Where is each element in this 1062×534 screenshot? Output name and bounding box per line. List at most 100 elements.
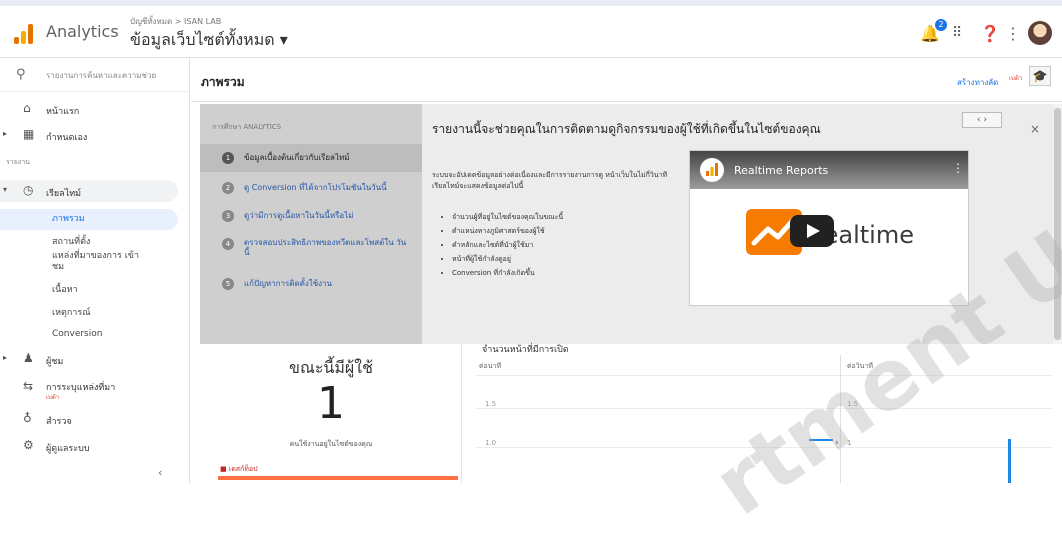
education-cap-icon[interactable]: 🎓 xyxy=(1029,66,1051,86)
chart-divider xyxy=(840,355,841,483)
tick-label: 1.5 xyxy=(485,400,497,408)
gridline xyxy=(475,375,1053,376)
step-number: 2 xyxy=(222,182,234,194)
gear-icon: ⚙ xyxy=(23,438,34,452)
app-name[interactable]: Analytics xyxy=(46,22,119,41)
help-icon[interactable]: ❓ xyxy=(980,24,1000,43)
dashboard-icon: ▦ xyxy=(23,127,35,141)
tour-step[interactable]: 1 ข้อมูลเบื้องต้นเกี่ยวกับเรียลไทม์ xyxy=(200,144,422,172)
app-header: Analytics บัญชีทั้งหมด > ISAN LAB ข้อมูล… xyxy=(0,6,1062,58)
caret-right-icon: ▸ xyxy=(3,353,8,362)
more-vert-icon[interactable]: ⋮ xyxy=(952,161,964,175)
video-title: Realtime Reports xyxy=(734,164,829,177)
clock-icon: ◷ xyxy=(23,183,34,197)
sidebar-item-discover[interactable]: ♁ สำรวจ xyxy=(0,408,190,430)
tour-step[interactable]: 5 แก้ปัญหาการติดตั้งใช้งาน xyxy=(200,276,422,296)
sidebar-item-label: กำหนดเอง xyxy=(46,133,88,143)
list-item: คำหลักและไซต์ที่นำผู้ใช้มา xyxy=(452,240,692,251)
more-vert-icon[interactable]: ⋮ xyxy=(1005,24,1021,43)
sidebar-subitem-locations[interactable]: สถานที่ตั้ง xyxy=(52,237,90,248)
sidebar-subitem-events[interactable]: เหตุการณ์ xyxy=(52,308,91,319)
view-selector[interactable]: ข้อมูลเว็บไซต์ทั้งหมด ▾ xyxy=(130,28,288,53)
sidebar-search[interactable]: ⚲ รายงานการค้นหาและความช่วย xyxy=(0,58,190,92)
tour-bullets: จำนวนผู้ที่อยู่ในไซต์ของคุณในขณะนี้ ตำแห… xyxy=(452,212,692,282)
education-panel: การศึกษา ANALYTICS 1 ข้อมูลเบื้องต้นเกี่… xyxy=(200,104,1053,344)
tour-step[interactable]: 4 ตรวจสอบประสิทธิภาพของทวีตและโพสต์ใน วั… xyxy=(200,236,422,262)
tour-step[interactable]: 2 ดู Conversion ที่ได้จากโปรโมชันในวันนี… xyxy=(200,180,422,200)
minute-bar xyxy=(809,439,833,441)
tour-description: ระบบจะอัปเดตข้อมูลอย่างต่อเนื่องและมีการ… xyxy=(432,171,668,190)
step-number: 4 xyxy=(222,238,234,250)
sidebar-item-customization[interactable]: ▸ ▦ กำหนดเอง xyxy=(0,124,190,146)
list-item: ตำแหน่งทางภูมิศาสตร์ของผู้ใช้ xyxy=(452,226,692,237)
tour-step[interactable]: 3 ดูว่ามีการดูเนื้อหาในวันนี้หรือไม่ xyxy=(200,208,422,228)
sidebar-item-admin[interactable]: ⚙ ผู้ดูแลระบบ xyxy=(0,435,190,457)
sidebar-item-home[interactable]: ⌂ หน้าแรก xyxy=(0,98,190,120)
analytics-logo-icon[interactable] xyxy=(14,24,34,44)
tour-pager-buttons[interactable]: ‹ › xyxy=(962,112,1002,128)
tour-content: รายงานนี้จะช่วยคุณในการติดตามดูกิจกรรมขอ… xyxy=(422,104,1053,344)
step-label: ข้อมูลเบื้องต้นเกี่ยวกับเรียลไทม์ xyxy=(244,153,350,162)
list-item: หน้าที่ผู้ใช้กำลังดูอยู่ xyxy=(452,254,692,265)
search-icon: ⚲ xyxy=(16,67,26,82)
step-label: แก้ปัญหาการติดตั้งใช้งาน xyxy=(244,279,332,288)
sidebar-subitem-content[interactable]: เนื้อหา xyxy=(52,285,78,296)
acquisition-icon: ⇆ xyxy=(23,379,34,393)
pageviews-title: จำนวนหน้าที่มีการเปิด xyxy=(482,345,569,355)
sidebar: ⚲ รายงานการค้นหาและความช่วย ⌂ หน้าแรก ▸ … xyxy=(0,58,190,483)
video-player[interactable]: Realtime Reports ⋮ Realtime xyxy=(689,150,969,306)
sidebar-subitem-traffic-sources[interactable]: แหล่งที่มาของการ เข้าชม xyxy=(52,251,142,273)
caret-right-icon: ▸ xyxy=(3,129,8,138)
per-second-label: ต่อวินาที xyxy=(847,362,874,370)
sidebar-item-acquisition[interactable]: ⇆ การระบุแหล่งที่มา เบต้า xyxy=(0,376,190,402)
page-title: ภาพรวม xyxy=(201,75,245,89)
step-label: ดู Conversion ที่ได้จากโปรโมชันในวันนี้ xyxy=(244,183,387,192)
home-icon: ⌂ xyxy=(23,101,31,115)
step-label: ดูว่ามีการดูเนื้อหาในวันนี้หรือไม่ xyxy=(244,211,354,220)
play-button-icon[interactable] xyxy=(790,215,834,247)
collapse-sidebar-icon[interactable]: ‹ xyxy=(158,466,162,479)
scrollbar-thumb[interactable] xyxy=(1054,108,1061,340)
device-share-bar xyxy=(218,476,458,480)
gridline xyxy=(475,408,1053,409)
list-item: จำนวนผู้ที่อยู่ในไซต์ของคุณในขณะนี้ xyxy=(452,212,692,223)
list-item: Conversion ที่กำลังเกิดขึ้น xyxy=(452,268,692,279)
scrollbar[interactable] xyxy=(1053,104,1062,344)
notification-badge: 2 xyxy=(935,19,947,31)
sidebar-subitem-conversions[interactable]: Conversion xyxy=(52,329,102,340)
sidebar-subitem-overview[interactable]: ภาพรวม xyxy=(0,209,178,230)
tour-title: รายงานนี้จะช่วยคุณในการติดตามดูกิจกรรมขอ… xyxy=(432,122,821,136)
tick-label: 1.0 xyxy=(485,439,497,447)
search-input[interactable]: รายงานการค้นหาและความช่วย xyxy=(46,69,156,82)
sidebar-item-label: ผู้ดูแลระบบ xyxy=(46,444,90,454)
beta-badge: เบต้า xyxy=(1009,75,1023,82)
pageviews-panel: ต่อนาที ต่อวินาที 1.5 1.0 1.5 1 › xyxy=(475,355,1053,483)
account-path[interactable]: บัญชีทั้งหมด > ISAN LAB xyxy=(130,15,221,28)
tab-desktop[interactable]: ■ เดสก์ท็อป xyxy=(220,464,258,475)
step-number: 3 xyxy=(222,210,234,222)
sidebar-item-label: เรียลไทม์ xyxy=(46,189,82,199)
tab-label: เดสก์ท็อป xyxy=(228,465,258,473)
avatar[interactable] xyxy=(1028,21,1052,45)
sidebar-item-audience[interactable]: ▸ ♟ ผู้ชม xyxy=(0,348,190,370)
analytics-logo-icon xyxy=(700,158,724,182)
tour-steps: การศึกษา ANALYTICS 1 ข้อมูลเบื้องต้นเกี่… xyxy=(200,104,422,344)
active-users-value: 1 xyxy=(317,378,345,429)
person-icon: ♟ xyxy=(23,351,34,365)
tick-label: 1 xyxy=(847,439,852,447)
create-shortcut-link[interactable]: สร้างทางลัด xyxy=(957,76,998,89)
per-minute-label: ต่อนาที xyxy=(479,362,502,370)
reports-section-header: รายงาน xyxy=(6,158,30,166)
step-number: 5 xyxy=(222,278,234,290)
page-header: ภาพรวม สร้างทางลัด เบต้า 🎓 xyxy=(191,58,1062,102)
close-icon[interactable]: × xyxy=(1030,122,1040,136)
caret-down-icon: ▾ xyxy=(3,185,8,194)
apps-icon[interactable]: ⠿ xyxy=(952,25,962,41)
sidebar-item-label: หน้าแรก xyxy=(46,107,80,117)
subitem-label: ภาพรวม xyxy=(52,214,85,224)
sidebar-item-label: ผู้ชม xyxy=(46,357,64,367)
active-users-caption: คนใช้งานอยู่ในไซต์ของคุณ xyxy=(289,440,373,448)
sidebar-item-label: สำรวจ xyxy=(46,417,72,427)
tick-label: 1.5 xyxy=(847,400,859,408)
sidebar-item-realtime[interactable]: ▾ ◷ เรียลไทม์ xyxy=(0,180,178,202)
